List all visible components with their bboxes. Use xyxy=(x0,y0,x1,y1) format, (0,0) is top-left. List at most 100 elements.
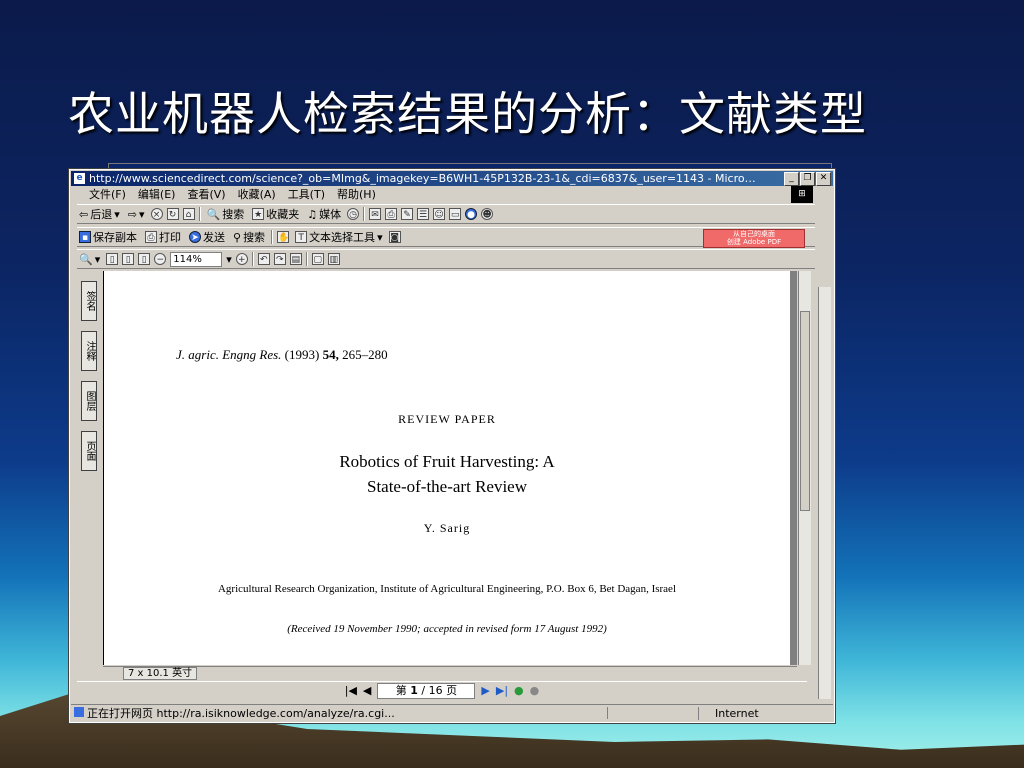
menu-help[interactable]: 帮助(H) xyxy=(337,187,376,203)
hand-tool-icon[interactable]: ✋ xyxy=(277,231,289,243)
media-button[interactable]: ♫ 媒体 xyxy=(305,206,343,222)
tab-pages[interactable]: 页面 xyxy=(81,431,97,471)
create-adobe-pdf-button[interactable]: 从自己的桌面 创建 Adobe PDF xyxy=(703,229,805,248)
discuss-icon[interactable]: ☰ xyxy=(417,208,430,220)
menu-favorites[interactable]: 收藏(A) xyxy=(238,187,276,203)
folder-icon[interactable]: ▭ xyxy=(449,208,462,220)
chevron-down-icon: ▾ xyxy=(377,230,383,244)
zoom-in-plus-icon[interactable]: + xyxy=(235,253,248,265)
minimize-button[interactable]: _ xyxy=(784,172,799,186)
go-back-icon[interactable]: ● xyxy=(514,684,524,697)
separator xyxy=(271,230,274,244)
browser-vertical-scrollbar[interactable] xyxy=(818,287,831,699)
home-icon[interactable]: ⌂ xyxy=(182,208,195,220)
scrollbar-thumb[interactable] xyxy=(800,311,810,511)
fit-width-icon[interactable]: ▯ xyxy=(138,253,151,265)
journal-year: (1993) xyxy=(284,347,320,362)
pdf-vertical-scrollbar[interactable] xyxy=(798,271,811,665)
back-arrow-icon: ⇦ xyxy=(79,207,89,221)
qq-icon[interactable]: ● xyxy=(465,208,478,220)
tab-comments[interactable]: 注释 xyxy=(81,331,97,371)
previous-page-icon[interactable]: ◀ xyxy=(363,684,371,697)
separator xyxy=(363,207,366,221)
text-cursor-icon: T xyxy=(295,231,308,243)
browser-status-bar: 正在打开网页 http://ra.isiknowledge.com/analyz… xyxy=(71,704,833,721)
tab-signatures[interactable]: 签名 xyxy=(81,281,97,321)
continuous-page-icon[interactable]: ▥ xyxy=(327,253,340,265)
print-icon[interactable]: ⎙ xyxy=(385,208,398,220)
page-icon[interactable]: ▤ xyxy=(289,253,302,265)
separator xyxy=(251,252,254,266)
zoom-tool-button[interactable]: 🔍 ▾ xyxy=(77,253,102,266)
zoom-input[interactable]: 114% xyxy=(170,251,223,267)
paper-type: REVIEW PAPER xyxy=(398,412,496,426)
menu-tools[interactable]: 工具(T) xyxy=(288,187,325,203)
printer-icon: ⎙ xyxy=(145,231,157,243)
zoom-out-icon[interactable]: − xyxy=(154,253,167,265)
menu-file[interactable]: 文件(F) xyxy=(89,187,126,203)
zoom-in-icon: 🔍 xyxy=(79,252,93,266)
first-page-icon[interactable]: |◀ xyxy=(345,684,357,697)
paper-title: Robotics of Fruit Harvesting: A State-of… xyxy=(104,449,790,499)
save-copy-button[interactable]: ▪ 保存副本 xyxy=(77,229,139,245)
fit-page-icon[interactable]: ▯ xyxy=(122,253,135,265)
next-page-icon[interactable]: ▶ xyxy=(481,684,489,697)
zoom-dropdown-icon[interactable]: ▾ xyxy=(226,253,232,266)
forward-arrow-icon: ⇨ xyxy=(127,207,137,221)
back-button[interactable]: ⇦ 后退 ▾ xyxy=(77,206,122,222)
adobe-line-2: 创建 Adobe PDF xyxy=(726,238,782,246)
print-button[interactable]: ⎙ 打印 xyxy=(143,229,183,245)
paper-title-line-1: Robotics of Fruit Harvesting: A xyxy=(339,452,555,471)
favorites-button[interactable]: ★ 收藏夹 xyxy=(250,206,301,222)
total-pages: 16 xyxy=(428,683,443,697)
progress-cell xyxy=(607,707,698,719)
journal-citation: J. agric. Engng Res. (1993) 54, 265–280 xyxy=(176,347,388,363)
tab-layers[interactable]: 图层 xyxy=(81,381,97,421)
smiley-icon[interactable]: ☻ xyxy=(481,208,494,220)
history-icon[interactable]: ◷ xyxy=(347,208,360,220)
journal-volume: 54, xyxy=(322,347,339,362)
search-icon: 🔍 xyxy=(206,207,221,221)
snapshot-icon[interactable]: ◙ xyxy=(388,231,401,243)
pdf-navigation-pane: 签名 注释 图层 页面 xyxy=(77,271,99,671)
pdf-view-toolbar: 🔍 ▾ ▯ ▯ ▯ − 114% ▾ + ↶ ↷ ▤ ▢ ▥ xyxy=(77,249,815,269)
save-icon: ▪ xyxy=(79,231,91,243)
single-page-icon[interactable]: ▢ xyxy=(311,253,324,265)
loading-page-icon xyxy=(74,707,84,717)
page-size-bar: 7 x 10.1 英寸 xyxy=(103,666,797,680)
menu-bar: 文件(F) 编辑(E) 查看(V) 收藏(A) 工具(T) 帮助(H) xyxy=(89,187,376,203)
media-icon: ♫ xyxy=(307,207,318,221)
go-forward-icon[interactable]: ● xyxy=(530,684,540,697)
paper-title-line-2: State-of-the-art Review xyxy=(366,477,527,496)
separator xyxy=(198,207,201,221)
last-page-icon[interactable]: ▶| xyxy=(496,684,508,697)
pdf-document-area: J. agric. Engng Res. (1993) 54, 265–280 … xyxy=(103,271,797,665)
rotate-right-icon[interactable]: ↷ xyxy=(273,253,286,265)
menu-edit[interactable]: 编辑(E) xyxy=(138,187,176,203)
rotate-left-icon[interactable]: ↶ xyxy=(257,253,270,265)
actual-size-icon[interactable]: ▯ xyxy=(106,253,119,265)
adobe-line-1: 从自己的桌面 xyxy=(733,230,775,238)
close-button[interactable]: ✕ xyxy=(816,172,831,186)
restore-button[interactable]: ❐ xyxy=(800,172,815,186)
stop-icon[interactable]: × xyxy=(150,208,163,220)
current-page: 1 xyxy=(410,683,418,697)
menu-view[interactable]: 查看(V) xyxy=(187,187,225,203)
refresh-icon[interactable]: ↻ xyxy=(166,208,179,220)
mail-icon[interactable]: ✉ xyxy=(369,208,382,220)
search-button[interactable]: 🔍 搜索 xyxy=(205,206,247,222)
paper-affiliation: Agricultural Research Organization, Inst… xyxy=(217,583,676,595)
pdf-search-button[interactable]: ⚲ 搜索 xyxy=(231,229,267,245)
status-text: 正在打开网页 http://ra.isiknowledge.com/analyz… xyxy=(87,707,395,720)
edit-icon[interactable]: ✎ xyxy=(401,208,414,220)
forward-button[interactable]: ⇨ ▾ xyxy=(126,208,147,221)
security-zone: Internet xyxy=(698,706,833,720)
messenger-icon[interactable]: ☺ xyxy=(433,208,446,220)
browser-toolbar: ⇦ 后退 ▾ ⇨ ▾ × ↻ ⌂ 🔍 搜索 ★ 收藏夹 ♫ 媒体 ◷ ✉ ⎙ ✎ ☰ ☺ ▭… xyxy=(77,204,815,224)
paper-author: Y. Sarig xyxy=(423,521,471,535)
page-number-box[interactable]: 第 1 / 16 页 xyxy=(377,682,476,699)
chevron-down-icon: ▾ xyxy=(94,252,101,266)
text-select-button[interactable]: T 文本选择工具 ▾ xyxy=(293,229,385,245)
ie-icon: e xyxy=(74,173,85,184)
send-button[interactable]: ➤ 发送 xyxy=(187,229,227,245)
